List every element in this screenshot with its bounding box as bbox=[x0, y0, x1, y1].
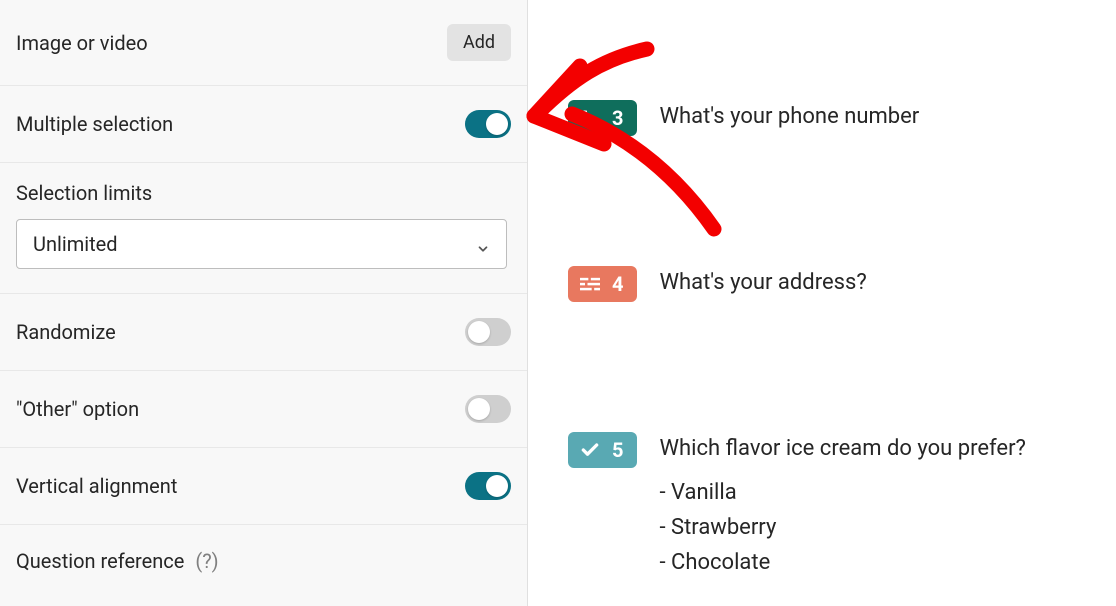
option: Vanilla bbox=[659, 475, 1025, 510]
image-video-row: Image or video Add bbox=[0, 0, 527, 86]
multiple-selection-label: Multiple selection bbox=[16, 112, 173, 136]
question-options: Vanilla Strawberry Chocolate bbox=[659, 475, 1025, 581]
chevron-down-icon bbox=[476, 237, 490, 251]
check-icon bbox=[580, 442, 600, 458]
vertical-alignment-row: Vertical alignment bbox=[0, 448, 527, 525]
randomize-row: Randomize bbox=[0, 294, 527, 371]
question-number: 4 bbox=[612, 272, 623, 296]
multiple-selection-toggle[interactable] bbox=[465, 110, 511, 138]
selection-limits-value: Unlimited bbox=[33, 232, 118, 256]
question-text: What's your address? bbox=[659, 266, 866, 295]
question-number: 5 bbox=[612, 438, 623, 462]
option: Chocolate bbox=[659, 545, 1025, 580]
question-5[interactable]: 5 Which flavor ice cream do you prefer? … bbox=[568, 432, 1026, 581]
question-badge-4: 4 bbox=[568, 266, 637, 302]
option: Strawberry bbox=[659, 510, 1025, 545]
vertical-alignment-label: Vertical alignment bbox=[16, 474, 177, 498]
other-option-row: "Other" option bbox=[0, 371, 527, 448]
randomize-label: Randomize bbox=[16, 320, 116, 344]
randomize-toggle[interactable] bbox=[465, 318, 511, 346]
question-text: Which flavor ice cream do you prefer? bbox=[659, 432, 1025, 461]
help-icon[interactable]: (?) bbox=[195, 549, 218, 573]
add-button[interactable]: Add bbox=[447, 24, 511, 61]
multiple-selection-row: Multiple selection bbox=[0, 86, 527, 163]
question-badge-5: 5 bbox=[568, 432, 637, 468]
address-icon bbox=[580, 276, 600, 292]
question-reference-row: Question reference (?) bbox=[0, 525, 527, 597]
settings-sidebar: Image or video Add Multiple selection Se… bbox=[0, 0, 528, 606]
question-badge-3: 3 bbox=[568, 100, 637, 136]
question-4[interactable]: 4 What's your address? bbox=[568, 266, 867, 302]
image-video-label: Image or video bbox=[16, 31, 148, 55]
question-number: 3 bbox=[612, 106, 623, 130]
selection-limits-select[interactable]: Unlimited bbox=[16, 219, 507, 269]
selection-limits-label: Selection limits bbox=[16, 181, 511, 205]
question-text: What's your phone number bbox=[659, 100, 919, 129]
selection-limits-section: Selection limits Unlimited bbox=[0, 163, 527, 294]
question-reference-label: Question reference bbox=[16, 549, 184, 573]
form-preview: 3 What's your phone number 4 What's your… bbox=[528, 0, 1116, 606]
other-option-label: "Other" option bbox=[16, 397, 139, 421]
question-3[interactable]: 3 What's your phone number bbox=[568, 100, 919, 136]
phone-icon bbox=[580, 110, 600, 126]
other-option-toggle[interactable] bbox=[465, 395, 511, 423]
vertical-alignment-toggle[interactable] bbox=[465, 472, 511, 500]
